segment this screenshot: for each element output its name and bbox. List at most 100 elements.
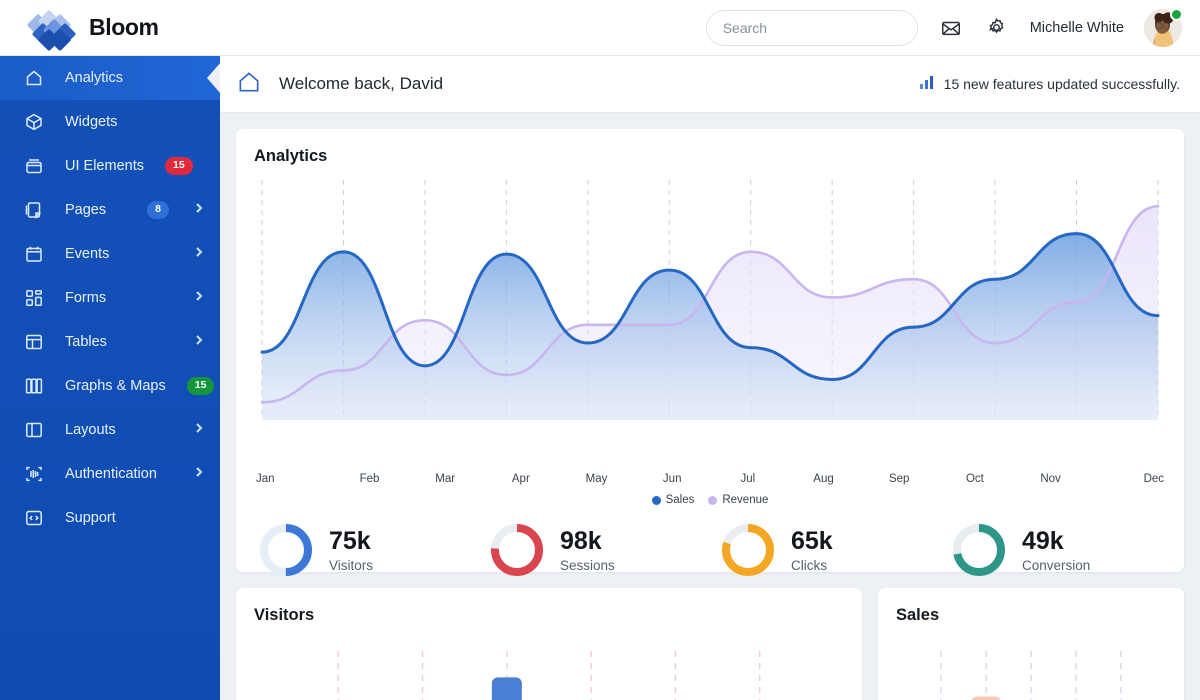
top-bar-actions: Michelle White (705, 7, 1200, 47)
sales-card: Sales (878, 588, 1184, 700)
stat-value: 75k (329, 526, 371, 555)
chevron-right-icon (192, 333, 206, 351)
visitors-bar-chart-svg (337, 651, 761, 700)
visitors-chart[interactable] (254, 651, 844, 700)
gear-icon[interactable] (984, 15, 1010, 41)
sidebar-item-support[interactable]: Support (0, 496, 220, 540)
bar-chart-icon (919, 74, 935, 95)
donut-chart-icon (258, 522, 314, 578)
sales-card-title: Sales (896, 606, 940, 624)
search-box[interactable] (705, 9, 918, 46)
legend-color-swatch (708, 495, 718, 505)
sidebar-nav: Analytics Widgets UI Elements 15 Pages 8 Event… (0, 56, 220, 540)
donut-chart-icon (951, 522, 1007, 578)
chevron-right-icon (216, 157, 220, 175)
visitors-card-title: Visitors (254, 606, 315, 624)
x-axis-label: Apr (511, 473, 530, 485)
sidebar-item-label: Authentication (65, 466, 157, 482)
avatar[interactable] (1144, 7, 1183, 47)
home-icon (24, 68, 44, 88)
sales-chart[interactable] (896, 651, 1166, 700)
donut-chart-icon (489, 522, 545, 578)
legend-color-swatch (651, 495, 661, 505)
page-title: Welcome back, David (279, 74, 444, 93)
sidebar-item-layouts[interactable]: Layouts (0, 408, 220, 452)
forms-icon (24, 288, 44, 308)
table-icon (24, 332, 44, 352)
x-axis-label: Jan (256, 473, 275, 485)
visitors-card: Visitors (236, 588, 862, 700)
chevron-right-icon (192, 201, 206, 219)
sidebar-item-label: Support (65, 510, 116, 526)
sidebar: Analytics Widgets UI Elements 15 Pages 8 Event… (0, 56, 220, 700)
sidebar-item-label: Events (65, 246, 110, 262)
stat-value: 65k (791, 526, 833, 555)
mail-icon[interactable] (938, 15, 964, 41)
sidebar-item-pages[interactable]: Pages 8 (0, 188, 220, 232)
stat-value: 98k (560, 526, 602, 555)
layout-icon (24, 420, 44, 440)
sidebar-item-label: UI Elements (65, 158, 144, 174)
stat-sessions: 98k Sessions (479, 522, 710, 578)
columns-icon (24, 376, 44, 396)
stat-value: 49k (1022, 526, 1064, 555)
user-name: Michelle White (1029, 19, 1124, 36)
sidebar-item-tables[interactable]: Tables (0, 320, 220, 364)
stat-label: Sessions (560, 558, 615, 574)
x-axis-label: May (585, 473, 608, 485)
sidebar-item-label: Forms (65, 290, 107, 306)
welcome-bar: Welcome back, David 15 new features upda… (220, 56, 1200, 113)
sidebar-item-badge: 15 (164, 157, 193, 175)
fingerprint-icon (24, 464, 44, 484)
chevron-right-icon (192, 289, 206, 307)
legend-label: Sales (665, 494, 695, 506)
chart-legend: Sales Revenue (236, 494, 1184, 506)
sidebar-item-badge: 15 (186, 377, 215, 395)
sidebar-item-ui-elements[interactable]: UI Elements 15 (0, 144, 220, 188)
chevron-right-icon (192, 465, 206, 483)
sidebar-item-label: Pages (65, 202, 107, 218)
stat-label: Clicks (791, 558, 827, 574)
x-axis-label: Mar (435, 473, 456, 485)
legend-item[interactable]: Revenue (708, 494, 768, 506)
cube-icon (24, 112, 44, 132)
chevron-right-icon (192, 421, 206, 439)
x-axis-label: Aug (813, 473, 834, 485)
chevron-right-icon (192, 245, 206, 263)
sidebar-item-label: Widgets (65, 114, 118, 130)
sidebar-item-label: Tables (65, 334, 107, 350)
brand-logo[interactable]: Bloom (0, 9, 225, 51)
status-badge (1170, 7, 1183, 21)
sidebar-item-graphs-maps[interactable]: Graphs & Maps 15 (0, 364, 220, 408)
main-content: Welcome back, David 15 new features upda… (220, 56, 1200, 700)
x-axis-label: Nov (1040, 473, 1061, 485)
x-axis-label: Oct (965, 473, 984, 485)
status-message: 15 new features updated successfully. (943, 76, 1180, 92)
legend-label: Revenue (722, 494, 769, 506)
sidebar-item-label: Graphs & Maps (65, 378, 166, 394)
sidebar-item-label: Layouts (65, 422, 116, 438)
pages-icon (24, 200, 44, 220)
dashboard-content: Analytics Jan Feb Mar Apr May Jun Jul Aug Sep Oct… (220, 113, 1200, 700)
area-chart-svg (260, 180, 1160, 420)
x-axis-label: Feb (359, 473, 380, 485)
diamond-logo-icon (26, 9, 78, 51)
search-input[interactable] (722, 19, 901, 36)
sidebar-item-events[interactable]: Events (0, 232, 220, 276)
sidebar-item-widgets[interactable]: Widgets (0, 100, 220, 144)
sidebar-item-badge: 8 (147, 201, 169, 219)
sidebar-item-authentication[interactable]: Authentication (0, 452, 220, 496)
stat-visitors: 75k Visitors (248, 522, 479, 578)
code-icon (24, 508, 44, 528)
top-bar: Bloom Michelle White (0, 0, 1200, 56)
sidebar-item-analytics[interactable]: Analytics (0, 56, 220, 100)
analytics-card: Analytics Jan Feb Mar Apr May Jun Jul Aug Sep Oct… (236, 129, 1184, 576)
calendar-icon (24, 244, 44, 264)
box-icon (24, 156, 44, 176)
sidebar-item-forms[interactable]: Forms (0, 276, 220, 320)
x-axis-label: Dec (1143, 473, 1165, 485)
sales-bar-chart-svg (940, 651, 1122, 700)
legend-item[interactable]: Sales (651, 494, 695, 506)
chart-x-axis: Jan Feb Mar Apr May Jun Jul Aug Sep Oct Nov Dec (254, 473, 1166, 485)
analytics-chart[interactable] (254, 180, 1166, 465)
